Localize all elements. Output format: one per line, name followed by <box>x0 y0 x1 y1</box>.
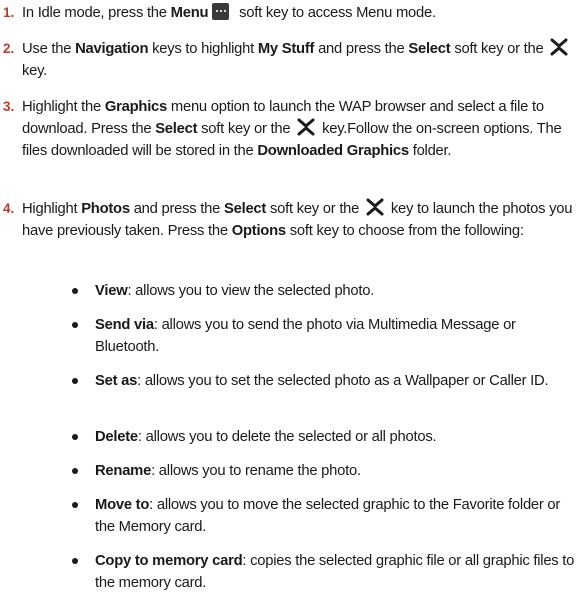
step-4: 4. Highlight Photos and press the Select… <box>0 198 587 242</box>
select-x-key-icon <box>550 38 568 56</box>
step-1: 1. In Idle mode, press the Menu soft key… <box>0 2 587 24</box>
select-term: Select <box>408 41 451 57</box>
select-term: Select <box>223 201 267 217</box>
option-desc: : allows you to view the selected photo. <box>127 283 375 299</box>
list-item: Rename: allows you to rename the photo. <box>0 460 587 482</box>
option-term: Move to <box>95 497 150 513</box>
bullet-dot <box>72 468 78 474</box>
select-x-key-icon <box>297 118 315 136</box>
option-desc: : allows you to move the selected graphi… <box>95 497 561 535</box>
select-term: Select <box>155 121 198 137</box>
option-term: Send via <box>95 317 154 333</box>
navigation-term: Navigation <box>75 41 149 57</box>
option-desc: : allows you to send the photo via Multi… <box>95 317 516 355</box>
option-desc: : allows you to delete the selected or a… <box>137 429 437 445</box>
graphics-term: Graphics <box>104 99 168 115</box>
step-text: Highlight the Graphics menu option to la… <box>22 99 562 159</box>
step-number: 3. <box>3 99 15 114</box>
step-text: Use the Navigation keys to highlight My … <box>22 38 582 82</box>
list-item: Delete: allows you to delete the selecte… <box>0 426 587 448</box>
list-item: Set as: allows you to set the selected p… <box>0 370 587 392</box>
bullet-dot <box>72 288 78 294</box>
step-number: 2. <box>3 41 15 56</box>
bullet-dot <box>72 378 78 384</box>
step-number: 1. <box>3 5 15 20</box>
step-number: 4. <box>3 201 15 216</box>
option-desc: : allows you to set the selected photo a… <box>137 373 549 389</box>
list-item: Move to: allows you to move the selected… <box>0 494 587 538</box>
bullet-dot <box>72 558 78 564</box>
option-term: Rename <box>95 463 152 479</box>
list-item: Copy to memory card: copies the selected… <box>0 550 587 594</box>
bullet-dot <box>72 502 78 508</box>
options-term: Options <box>231 223 286 239</box>
bullet-dot <box>72 322 78 328</box>
step-3: 3. Highlight the Graphics menu option to… <box>0 96 587 162</box>
bullet-dot <box>72 434 78 440</box>
manual-page: 1. In Idle mode, press the Menu soft key… <box>0 0 587 615</box>
option-term: Delete <box>95 429 138 445</box>
option-term: View <box>95 283 128 299</box>
step-2: 2. Use the Navigation keys to highlight … <box>0 38 587 82</box>
option-term: Copy to memory card <box>95 553 243 569</box>
my-stuff-term: My Stuff <box>257 41 315 57</box>
option-desc: : allows you to rename the photo. <box>151 463 361 479</box>
downloaded-graphics-term: Downloaded Graphics <box>257 143 409 159</box>
list-item: View: allows you to view the selected ph… <box>0 280 587 302</box>
list-item: Send via: allows you to send the photo v… <box>0 314 587 358</box>
option-term: Set as <box>95 373 138 389</box>
step-text: In Idle mode, press the Menu soft key to… <box>22 3 436 21</box>
menu-term: Menu <box>170 5 209 21</box>
menu-softkey-icon <box>212 3 230 20</box>
step-text: Highlight Photos and press the Select so… <box>22 198 582 242</box>
select-x-key-icon <box>366 198 384 216</box>
photos-term: Photos <box>81 201 130 217</box>
